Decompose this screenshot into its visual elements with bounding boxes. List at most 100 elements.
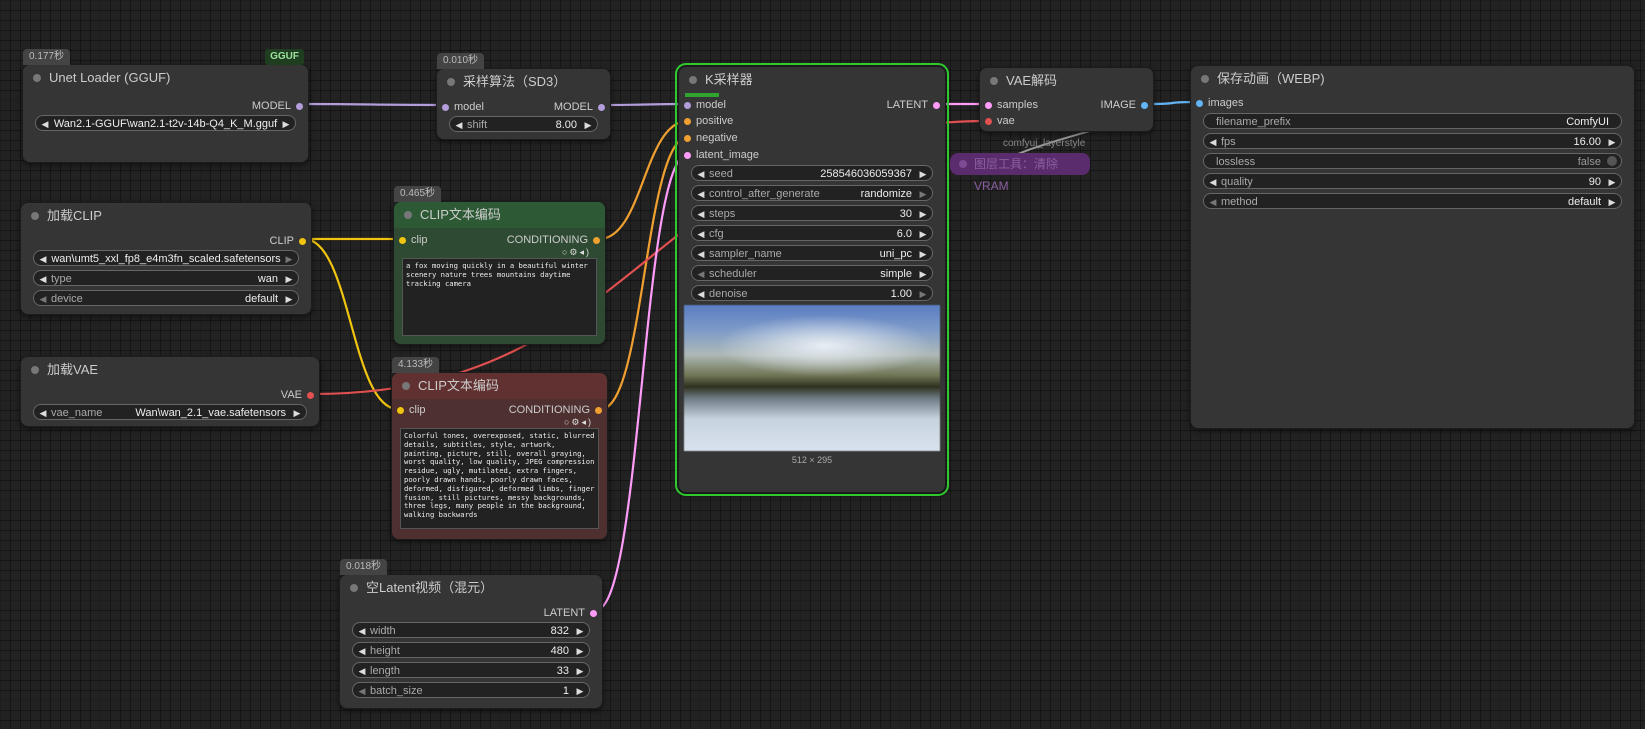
- node-title[interactable]: CLIP文本编码: [392, 373, 607, 399]
- node-title[interactable]: 加载CLIP: [21, 203, 311, 229]
- link-latent-to-ksampler[interactable]: [595, 152, 689, 612]
- unet-loader-node[interactable]: 0.177秒 GGUF Unet Loader (GGUF) MODEL ◀ W…: [22, 49, 309, 163]
- link-model-unet-to-sd3[interactable]: [300, 102, 445, 107]
- arrow-left-icon[interactable]: ◀: [695, 226, 707, 240]
- input-clip-slot[interactable]: clip: [392, 402, 426, 418]
- arrow-right-icon[interactable]: ▶: [280, 116, 292, 130]
- conditioning-pin-icon[interactable]: [684, 117, 691, 125]
- text-tools[interactable]: ○⚙◂): [562, 247, 591, 258]
- collapse-dot-icon[interactable]: [33, 74, 41, 82]
- clip-text-encode-negative-node[interactable]: 4.133秒 CLIP文本编码 clip CONDITIONING ○⚙◂) C…: [391, 357, 608, 540]
- link-model-sd3-to-ksampler[interactable]: [603, 102, 689, 107]
- latent-pin-icon[interactable]: [684, 151, 691, 159]
- node-title[interactable]: 加载VAE: [21, 357, 319, 383]
- arrow-right-icon[interactable]: ▶: [917, 206, 929, 220]
- text-tools[interactable]: ○⚙◂): [564, 417, 593, 428]
- input-latent-slot[interactable]: latent_image: [679, 147, 759, 163]
- arrow-right-icon[interactable]: ▶: [917, 166, 929, 180]
- input-samples-slot[interactable]: samples: [980, 97, 1038, 113]
- arrow-right-icon[interactable]: ▶: [917, 186, 929, 200]
- latent-pin-icon[interactable]: [985, 101, 992, 109]
- node-title[interactable]: VAE解码: [980, 68, 1153, 94]
- shift-number-widget[interactable]: ◀ shift 8.00 ▶: [449, 116, 598, 132]
- link-negative-to-ksampler[interactable]: [600, 135, 689, 411]
- image-pin-icon[interactable]: [1141, 101, 1148, 109]
- arrow-right-icon[interactable]: ▶: [917, 246, 929, 260]
- filename-prefix-field[interactable]: filename_prefix ComfyUI: [1203, 113, 1622, 129]
- clip-pin-icon[interactable]: [299, 237, 306, 245]
- vae-decode-node[interactable]: VAE解码 samples IMAGE vae: [979, 67, 1154, 132]
- load-clip-node[interactable]: 加载CLIP CLIP ◀ wan\umt5_xxl_fp8_e4m3fn_sc…: [20, 202, 312, 315]
- collapse-dot-icon[interactable]: [990, 77, 998, 85]
- arrow-right-icon[interactable]: ▶: [574, 683, 586, 697]
- model-pin-icon[interactable]: [296, 102, 303, 110]
- speaker-icon[interactable]: ◂): [581, 417, 593, 427]
- empty-hunyuan-latent-video-node[interactable]: 0.018秒 空Latent视频（混元） LATENT ◀ width 832 ▶ ◀…: [339, 559, 603, 709]
- batch-size-widget[interactable]: ◀ batch_size 1 ▶: [352, 682, 590, 698]
- output-model-slot[interactable]: MODEL: [554, 99, 610, 115]
- speaker-icon[interactable]: ◂): [579, 247, 591, 257]
- arrow-left-icon[interactable]: ◀: [356, 643, 368, 657]
- arrow-left-icon[interactable]: ◀: [356, 663, 368, 677]
- arrow-right-icon[interactable]: ▶: [574, 623, 586, 637]
- sampler-name-widget[interactable]: ◀ sampler_name uni_pc ▶: [691, 245, 933, 261]
- collapse-dot-icon[interactable]: [402, 382, 410, 390]
- arrow-right-icon[interactable]: ▶: [917, 226, 929, 240]
- collapse-dot-icon[interactable]: [31, 212, 39, 220]
- arrow-left-icon[interactable]: ◀: [695, 186, 707, 200]
- arrow-right-icon[interactable]: ▶: [917, 286, 929, 300]
- control-after-generate-widget[interactable]: ◀ control_after_generate randomize ▶: [691, 185, 933, 201]
- save-animated-webp-node[interactable]: 保存动画（WEBP) images filename_prefix ComfyUI…: [1190, 65, 1635, 429]
- node-title[interactable]: K采样器: [679, 67, 945, 93]
- denoise-widget[interactable]: ◀ denoise 1.00 ▶: [691, 285, 933, 301]
- clip-pin-icon[interactable]: [397, 406, 404, 414]
- clip-name-combo[interactable]: ◀ wan\umt5_xxl_fp8_e4m3fn_scaled.safeten…: [33, 250, 299, 266]
- seed-widget[interactable]: ◀ seed 258546036059367 ▶: [691, 165, 933, 181]
- node-title[interactable]: CLIP文本编码: [394, 202, 605, 228]
- collapse-dot-icon[interactable]: [689, 76, 697, 84]
- arrow-left-icon[interactable]: ◀: [39, 116, 51, 130]
- toggle-knob-icon[interactable]: [1607, 156, 1617, 166]
- purge-vram-node-collapsed[interactable]: 图层工具：清除VRAM: [950, 153, 1090, 193]
- arrow-left-icon[interactable]: ◀: [695, 286, 707, 300]
- conditioning-pin-icon[interactable]: [593, 236, 600, 244]
- latent-pin-icon[interactable]: [590, 609, 597, 617]
- arrow-right-icon[interactable]: ▶: [1606, 194, 1618, 208]
- clip-pin-icon[interactable]: [399, 236, 406, 244]
- model-sampling-sd3-node[interactable]: 0.010秒 采样算法（SD3） model MODEL ◀ shift 8.0…: [436, 53, 611, 140]
- arrow-left-icon[interactable]: ◀: [37, 251, 49, 265]
- arrow-left-icon[interactable]: ◀: [1207, 194, 1219, 208]
- output-image-slot[interactable]: IMAGE: [1101, 97, 1153, 113]
- load-vae-node[interactable]: 加载VAE VAE ◀ vae_name Wan\wan_2.1_vae.saf…: [20, 356, 320, 427]
- input-model-slot[interactable]: model: [437, 99, 484, 115]
- image-pin-icon[interactable]: [1196, 99, 1203, 107]
- arrow-right-icon[interactable]: ▶: [283, 291, 295, 305]
- arrow-left-icon[interactable]: ◀: [37, 271, 49, 285]
- arrow-left-icon[interactable]: ◀: [37, 405, 49, 419]
- length-widget[interactable]: ◀ length 33 ▶: [352, 662, 590, 678]
- model-pin-icon[interactable]: [684, 101, 691, 109]
- arrow-right-icon[interactable]: ▶: [283, 271, 295, 285]
- node-title[interactable]: 保存动画（WEBP): [1191, 66, 1634, 92]
- input-clip-slot[interactable]: clip: [394, 232, 428, 248]
- clip-text-encode-positive-node[interactable]: 0.465秒 CLIP文本编码 clip CONDITIONING ○⚙◂) a…: [393, 186, 606, 345]
- height-widget[interactable]: ◀ height 480 ▶: [352, 642, 590, 658]
- input-positive-slot[interactable]: positive: [679, 113, 733, 129]
- negative-prompt-textarea[interactable]: Colorful tones, overexposed, static, blu…: [400, 428, 599, 529]
- arrow-right-icon[interactable]: ▶: [291, 405, 303, 419]
- gear-icon[interactable]: ⚙: [571, 417, 581, 427]
- arrow-left-icon[interactable]: ◀: [37, 291, 49, 305]
- unet-name-combo[interactable]: ◀ Wan2.1-GGUF\wan2.1-t2v-14b-Q4_K_M.gguf…: [35, 115, 296, 131]
- arrow-right-icon[interactable]: ▶: [1606, 134, 1618, 148]
- node-title[interactable]: 空Latent视频（混元）: [340, 575, 602, 601]
- arrow-left-icon[interactable]: ◀: [1207, 134, 1219, 148]
- arrow-right-icon[interactable]: ▶: [574, 643, 586, 657]
- arrow-right-icon[interactable]: ▶: [582, 117, 594, 131]
- output-latent-slot[interactable]: LATENT: [544, 605, 602, 621]
- scheduler-widget[interactable]: ◀ scheduler simple ▶: [691, 265, 933, 281]
- input-model-slot[interactable]: model: [679, 97, 726, 113]
- positive-prompt-textarea[interactable]: a fox moving quickly in a beautiful wint…: [402, 258, 597, 336]
- arrow-right-icon[interactable]: ▶: [917, 266, 929, 280]
- conditioning-pin-icon[interactable]: [684, 134, 691, 142]
- model-pin-icon[interactable]: [442, 103, 449, 111]
